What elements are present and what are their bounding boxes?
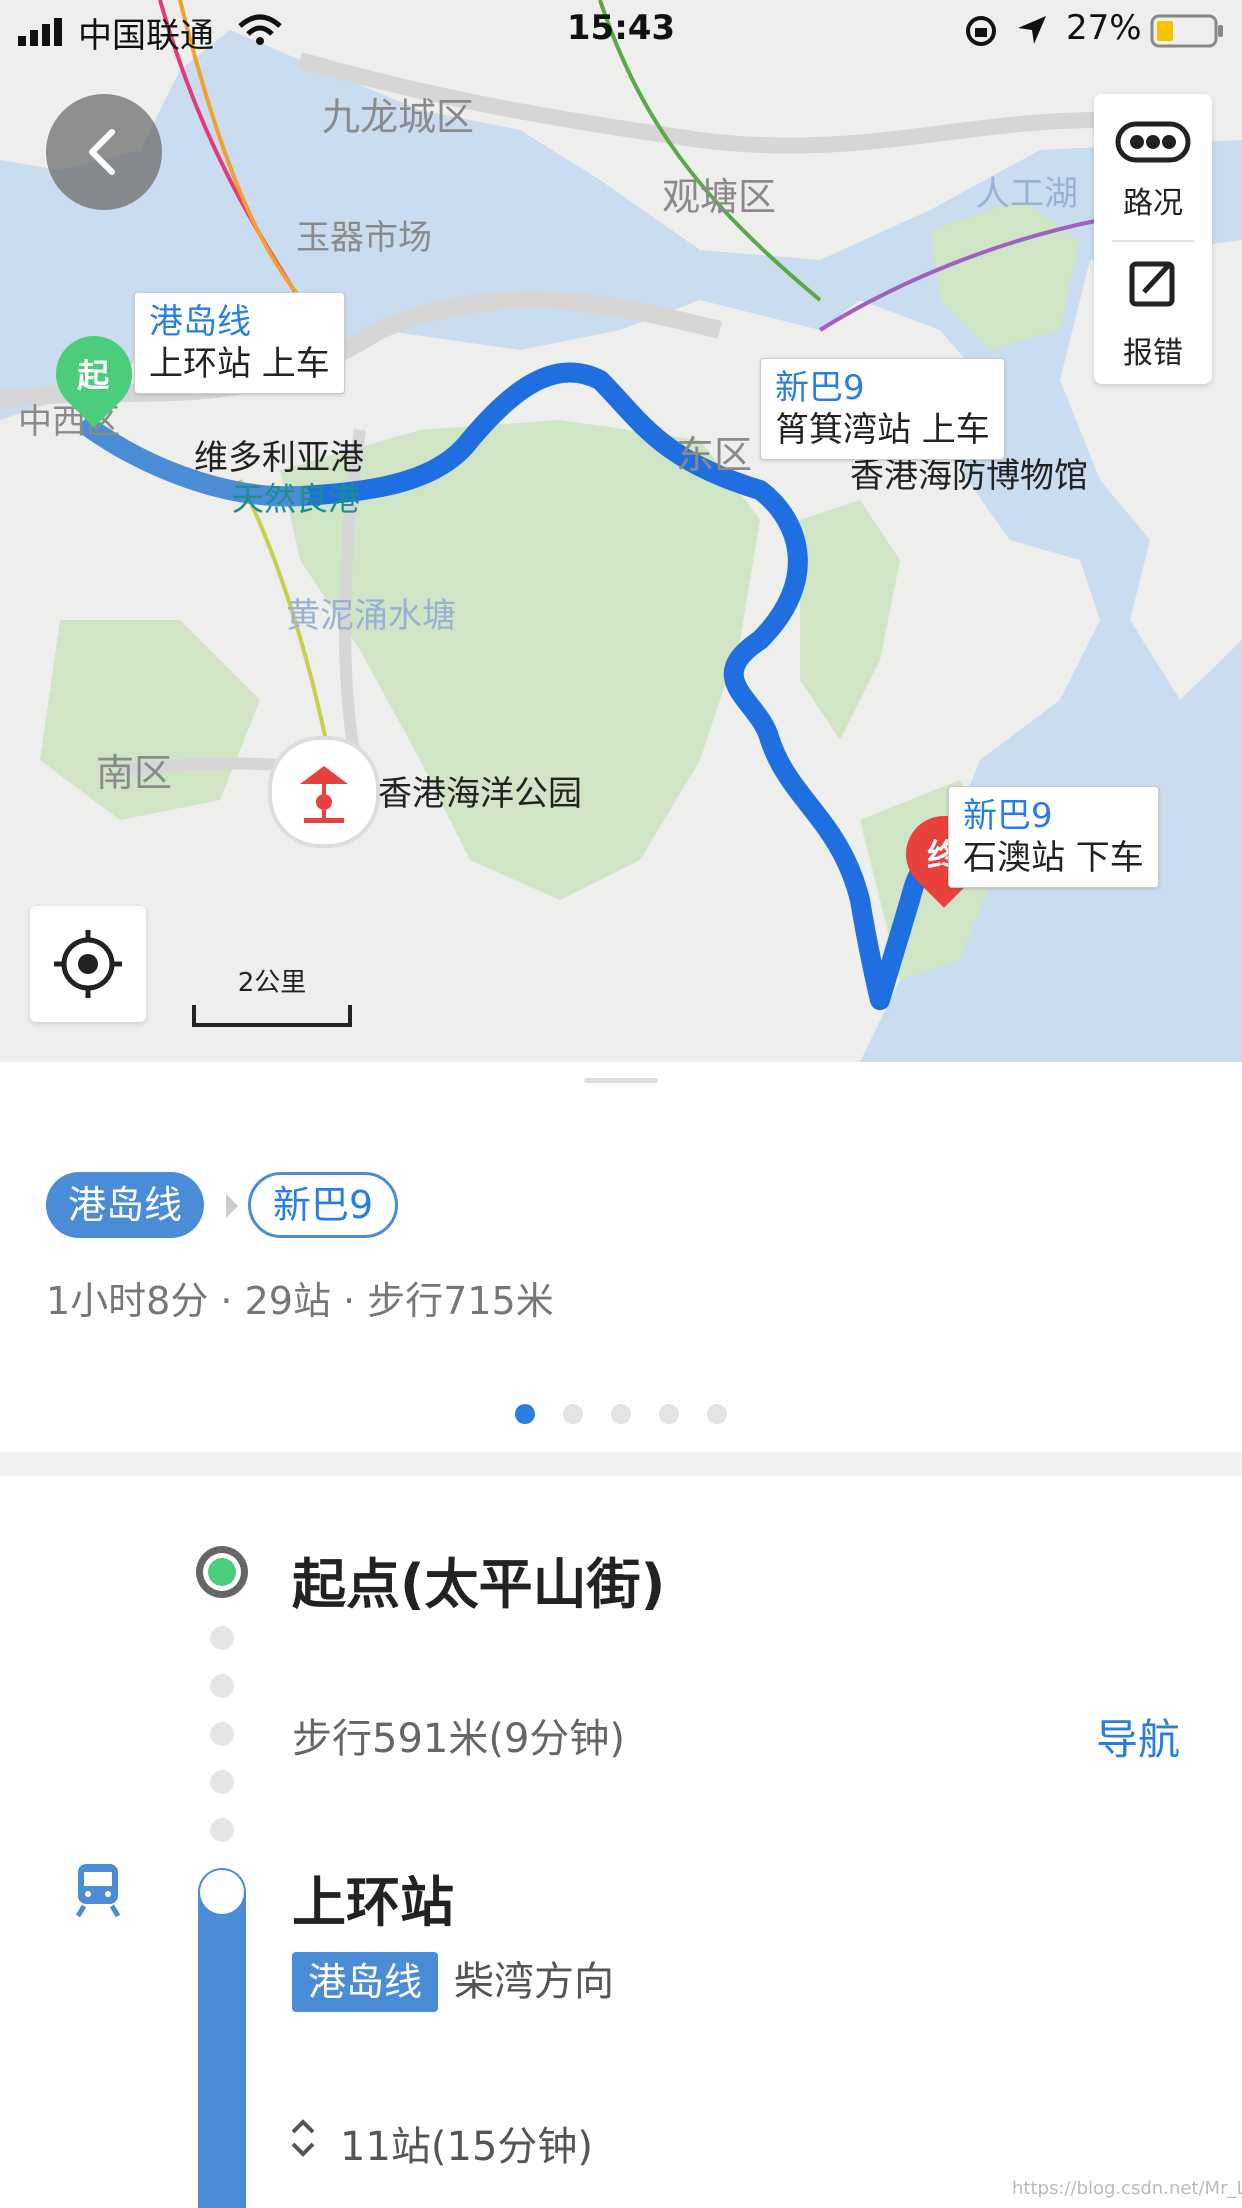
carousel-icon — [300, 766, 348, 823]
expand-stops-icon[interactable] — [288, 2114, 318, 2162]
walk-dot — [210, 1626, 234, 1650]
map-label-kowloon-city: 九龙城区 — [322, 95, 475, 139]
callout-board-mtr-text: 上环站 上车 — [149, 344, 330, 384]
station-name: 上环站 — [292, 1871, 454, 1934]
report-error-label: 报错 — [1123, 336, 1183, 371]
callout-board-mtr-line: 港岛线 — [149, 302, 251, 342]
start-pin-label: 起 — [77, 356, 110, 395]
report-error-button[interactable]: 报错 — [1094, 244, 1212, 384]
location-arrow-icon — [1018, 16, 1046, 44]
map-scale-label: 2公里 — [237, 968, 307, 998]
chip-separator-icon — [226, 1194, 238, 1218]
pager-dot[interactable] — [515, 1404, 535, 1424]
traffic-label: 路况 — [1123, 186, 1183, 221]
pager-dot[interactable] — [611, 1404, 631, 1424]
walk-dot — [210, 1818, 234, 1842]
start-title: 起点(太平山街) — [292, 1553, 666, 1616]
map-label-southern: 南区 — [96, 751, 173, 795]
line-direction: 柴湾方向 — [454, 1959, 614, 2005]
callout-board-mtr[interactable]: 港岛线 上环站 上车 — [134, 292, 345, 394]
orientation-lock-icon — [966, 16, 996, 46]
clock: 15:43 — [566, 8, 676, 48]
ocean-park-poi[interactable] — [268, 736, 380, 848]
callout-board-bus-line: 新巴9 — [775, 368, 865, 408]
side-panel-divider — [1112, 240, 1194, 242]
callout-alight-bus-text: 石澳站 下车 — [963, 838, 1144, 878]
callout-board-bus[interactable]: 新巴9 筲箕湾站 上车 — [760, 358, 1005, 460]
line-tag: 港岛线 — [292, 1952, 439, 2012]
navigate-button[interactable]: 导航 — [1096, 1706, 1180, 1767]
walk-dot — [210, 1674, 234, 1698]
stops-count[interactable]: 11站(15分钟) — [340, 2114, 593, 2172]
map-label-victoria-harbour: 维多利亚港 — [194, 438, 364, 478]
chevron-left-icon — [89, 129, 115, 175]
map-label-artificial-lake: 人工湖 — [976, 174, 1078, 214]
map-scale: 2公里 — [192, 962, 352, 1027]
back-button[interactable] — [46, 94, 162, 210]
route-summary: 1小时8分 · 29站 · 步行715米 — [46, 1279, 554, 1323]
battery-percent: 27% — [1066, 8, 1142, 48]
edit-icon — [1129, 261, 1175, 307]
pager-dot[interactable] — [563, 1404, 583, 1424]
map-scale-bar — [192, 1005, 352, 1027]
walk-dot — [210, 1722, 234, 1746]
route-pager[interactable] — [0, 1404, 1242, 1428]
map-label-eastern: 东区 — [676, 433, 753, 477]
pager-dot[interactable] — [707, 1404, 727, 1424]
walk-instruction: 步行591米(9分钟) — [292, 1716, 626, 1762]
map-label-jade-market: 玉器市场 — [296, 218, 432, 258]
station-marker — [200, 1870, 244, 1914]
map-canvas — [0, 0, 1242, 1062]
status-bar: 中国联通 15:43 27% — [0, 0, 1242, 60]
map-label-ocean-park: 香港海洋公园 — [378, 774, 582, 814]
battery-icon — [1150, 14, 1223, 48]
route-chip-bus-9[interactable]: 新巴9 — [248, 1172, 399, 1238]
traffic-button[interactable]: 路况 — [1094, 94, 1212, 234]
map-tools-panel: 路况 报错 — [1094, 94, 1212, 384]
section-divider — [0, 1452, 1242, 1476]
traffic-icon — [1115, 121, 1191, 163]
walk-dot — [210, 1770, 234, 1794]
watermark: https://blog.csdn.net/Mr_Leon — [1012, 2178, 1242, 2199]
crosshair-icon — [54, 930, 122, 998]
callout-alight-bus[interactable]: 新巴9 石澳站 下车 — [948, 786, 1159, 888]
route-chip-island-line[interactable]: 港岛线 — [46, 1172, 205, 1238]
map-label-wong-nai-chung: 黄泥涌水塘 — [286, 596, 456, 636]
start-point-icon — [196, 1546, 248, 1598]
transit-line-bar — [198, 1868, 246, 2208]
pager-dot[interactable] — [659, 1404, 679, 1424]
locate-button[interactable] — [30, 906, 146, 1022]
callout-alight-bus-line: 新巴9 — [963, 796, 1053, 836]
train-icon — [75, 1864, 121, 1918]
map-label-kwun-tong: 观塘区 — [662, 175, 777, 219]
map-label-natural-harbour: 天然良港 — [232, 480, 361, 518]
route-map[interactable]: 九龙城区 观塘区 玉器市场 人工湖 中西区 维多利亚港 天然良港 黄泥涌水塘 南… — [0, 0, 1242, 1062]
sheet-drag-handle[interactable] — [584, 1078, 658, 1083]
callout-board-bus-text: 筲箕湾站 上车 — [775, 410, 990, 450]
